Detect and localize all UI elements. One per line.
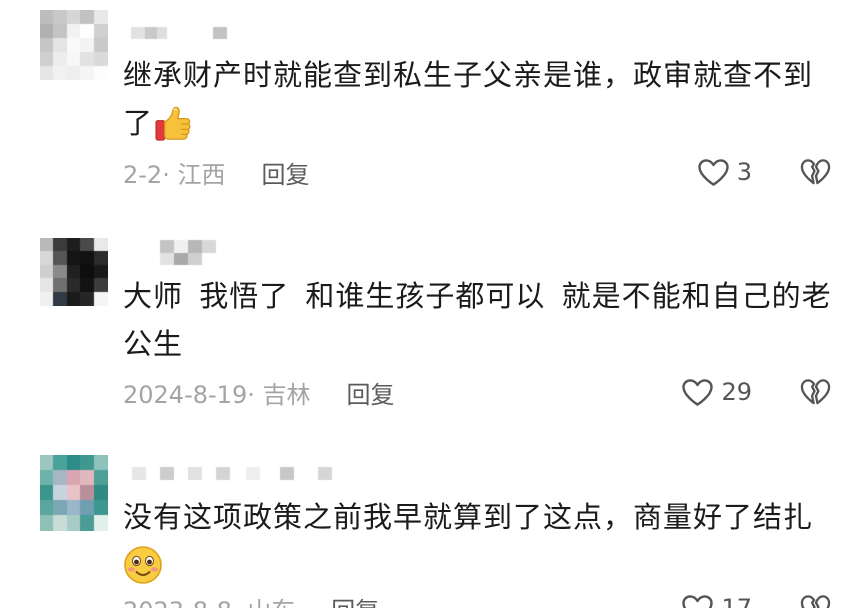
like-button[interactable]: 29 [681, 374, 752, 410]
like-count: 17 [721, 594, 752, 608]
comment-text-segment: 了 [123, 106, 154, 140]
username-redacted[interactable] [128, 24, 232, 42]
date-location: 2023-8-8· 山东 [123, 591, 295, 608]
comment-text: 继承财产时就能查到私生子父亲是谁，政审就查不到 了 [123, 51, 813, 147]
comment-text: 大师 我悟了 和谁生孩子都可以 就是不能和自己的老 公生 [123, 272, 832, 368]
avatar[interactable] [40, 10, 108, 80]
comment-meta: 2-2· 江西 回复 [123, 154, 309, 190]
thumbs-up-emoji-icon [155, 106, 191, 141]
comment-text-line: 公生 [123, 320, 832, 368]
comment-footer-clipped: 2023-8-8· 山东 回复 17 [0, 590, 865, 608]
username-redacted[interactable] [128, 462, 340, 482]
like-count: 29 [721, 378, 752, 406]
comment-text-segment: 大师 我悟了 和谁生孩子都可以 就是不能和自己的老 [123, 279, 832, 313]
reply-button[interactable]: 回复 [261, 155, 309, 190]
like-button[interactable]: 17 [681, 590, 752, 608]
username-redacted[interactable] [156, 238, 220, 266]
comment-text: 没有这项政策之前我早就算到了这点，商量好了结扎 [123, 493, 813, 589]
comment-text-line: 了 [123, 99, 813, 147]
broken-heart-icon[interactable] [800, 158, 831, 186]
comment-text-line: 没有这项政策之前我早就算到了这点，商量好了结扎 [123, 493, 813, 541]
like-button[interactable]: 3 [697, 154, 752, 190]
date-location: 2024-8-19· 吉林 [123, 380, 311, 409]
comment-text-line: 大师 我悟了 和谁生孩子都可以 就是不能和自己的老 [123, 272, 832, 320]
comment-text-segment: 公生 [123, 327, 184, 361]
broken-heart-icon[interactable] [800, 594, 831, 608]
heart-outline-icon[interactable] [697, 158, 730, 187]
reply-button[interactable]: 回复 [346, 375, 394, 410]
comment-text-segment: 没有这项政策之前我早就算到了这点，商量好了结扎 [123, 500, 814, 534]
date-location: 2-2· 江西 [123, 160, 226, 189]
avatar[interactable] [40, 455, 108, 531]
comment-text-line [123, 541, 813, 589]
reply-button[interactable]: 回复 [331, 591, 379, 608]
comment-text-line: 继承财产时就能查到私生子父亲是谁，政审就查不到 [123, 51, 813, 99]
broken-heart-icon[interactable] [800, 378, 831, 406]
comment-text-segment: 继承财产时就能查到私生子父亲是谁，政审就查不到 [123, 58, 814, 92]
avatar[interactable] [40, 238, 108, 306]
comment-meta: 2024-8-19· 吉林 回复 [123, 374, 394, 410]
heart-outline-icon[interactable] [681, 378, 714, 407]
like-count: 3 [736, 158, 752, 186]
heart-outline-icon[interactable] [681, 594, 714, 608]
smiling-face-with-blush-emoji-icon [124, 546, 162, 584]
comment-meta: 2023-8-8· 山东 回复 [123, 590, 379, 608]
